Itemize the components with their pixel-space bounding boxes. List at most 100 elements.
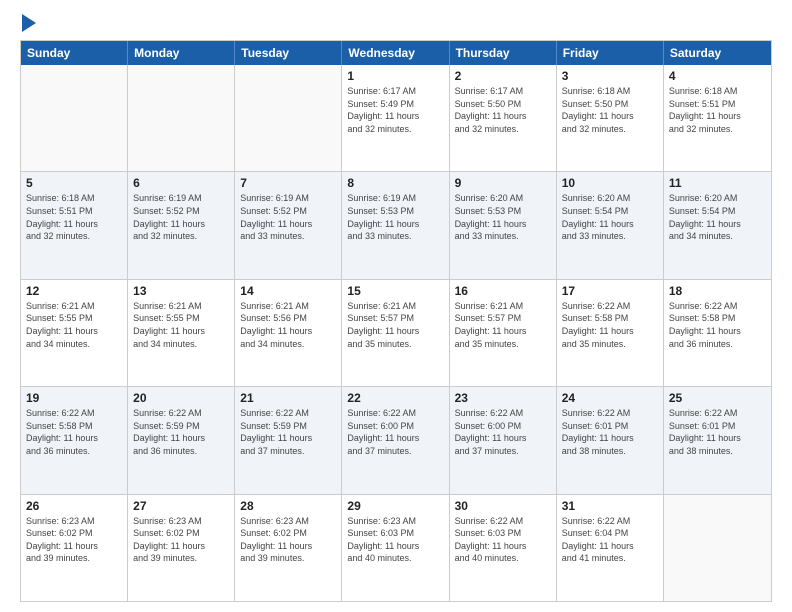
day-cell-27: 27 Sunrise: 6:23 AM Sunset: 6:02 PM Dayli… (128, 495, 235, 601)
day-number: 10 (562, 176, 658, 190)
day-number: 5 (26, 176, 122, 190)
day-number: 3 (562, 69, 658, 83)
header-day-friday: Friday (557, 41, 664, 65)
day-cell-16: 16Sunrise: 6:21 AM Sunset: 5:57 PM Dayli… (450, 280, 557, 386)
day-number: 14 (240, 284, 336, 298)
cell-info: Sunrise: 6:22 AM Sunset: 6:04 PM Dayligh… (562, 515, 658, 565)
day-cell-11: 11 Sunrise: 6:20 AM Sunset: 5:54 PM Dayli… (664, 172, 771, 278)
cell-info: Sunrise: 6:22 AM Sunset: 6:00 PM Dayligh… (455, 407, 551, 457)
day-cell-13: 13Sunrise: 6:21 AM Sunset: 5:55 PM Dayli… (128, 280, 235, 386)
calendar-body: 1 Sunrise: 6:17 AM Sunset: 5:49 PM Daylig… (21, 65, 771, 601)
day-number: 26 (26, 499, 122, 513)
cell-info: Sunrise: 6:19 AM Sunset: 5:52 PM Dayligh… (240, 192, 336, 242)
cell-info: Sunrise: 6:22 AM Sunset: 5:59 PM Dayligh… (133, 407, 229, 457)
cell-info: Sunrise: 6:22 AM Sunset: 6:01 PM Dayligh… (669, 407, 766, 457)
day-cell-21: 21 Sunrise: 6:22 AM Sunset: 5:59 PM Dayli… (235, 387, 342, 493)
cell-info: Sunrise: 6:21 AM Sunset: 5:56 PM Dayligh… (240, 300, 336, 350)
day-number: 21 (240, 391, 336, 405)
day-number: 30 (455, 499, 551, 513)
day-number: 31 (562, 499, 658, 513)
day-cell-18: 18 Sunrise: 6:22 AM Sunset: 5:58 PM Dayli… (664, 280, 771, 386)
day-cell-15: 15 Sunrise: 6:21 AM Sunset: 5:57 PM Dayli… (342, 280, 449, 386)
day-cell-14: 14 Sunrise: 6:21 AM Sunset: 5:56 PM Dayli… (235, 280, 342, 386)
day-number: 9 (455, 176, 551, 190)
day-number: 24 (562, 391, 658, 405)
header-day-thursday: Thursday (450, 41, 557, 65)
empty-cell-0-0 (21, 65, 128, 171)
calendar-header: SundayMondayTuesdayWednesdayThursdayFrid… (21, 41, 771, 65)
cell-info: Sunrise: 6:21 AM Sunset: 5:55 PM Dayligh… (26, 300, 122, 350)
cell-info: Sunrise: 6:23 AM Sunset: 6:02 PM Dayligh… (133, 515, 229, 565)
cell-info: Sunrise: 6:17 AM Sunset: 5:49 PM Dayligh… (347, 85, 443, 135)
day-number: 1 (347, 69, 443, 83)
header-day-tuesday: Tuesday (235, 41, 342, 65)
day-cell-5: 5Sunrise: 6:18 AM Sunset: 5:51 PM Daylig… (21, 172, 128, 278)
day-cell-4: 4 Sunrise: 6:18 AM Sunset: 5:51 PM Daylig… (664, 65, 771, 171)
day-cell-9: 9 Sunrise: 6:20 AM Sunset: 5:53 PM Daylig… (450, 172, 557, 278)
cell-info: Sunrise: 6:22 AM Sunset: 5:59 PM Dayligh… (240, 407, 336, 457)
empty-cell-0-1 (128, 65, 235, 171)
day-cell-22: 22 Sunrise: 6:22 AM Sunset: 6:00 PM Dayli… (342, 387, 449, 493)
day-number: 8 (347, 176, 443, 190)
cell-info: Sunrise: 6:21 AM Sunset: 5:57 PM Dayligh… (455, 300, 551, 350)
day-cell-6: 6Sunrise: 6:19 AM Sunset: 5:52 PM Daylig… (128, 172, 235, 278)
day-number: 20 (133, 391, 229, 405)
cell-info: Sunrise: 6:21 AM Sunset: 5:57 PM Dayligh… (347, 300, 443, 350)
cell-info: Sunrise: 6:22 AM Sunset: 6:00 PM Dayligh… (347, 407, 443, 457)
cell-info: Sunrise: 6:23 AM Sunset: 6:02 PM Dayligh… (26, 515, 122, 565)
cell-info: Sunrise: 6:17 AM Sunset: 5:50 PM Dayligh… (455, 85, 551, 135)
cell-info: Sunrise: 6:20 AM Sunset: 5:53 PM Dayligh… (455, 192, 551, 242)
day-cell-3: 3 Sunrise: 6:18 AM Sunset: 5:50 PM Daylig… (557, 65, 664, 171)
day-cell-17: 17 Sunrise: 6:22 AM Sunset: 5:58 PM Dayli… (557, 280, 664, 386)
empty-cell-0-2 (235, 65, 342, 171)
day-cell-29: 29Sunrise: 6:23 AM Sunset: 6:03 PM Dayli… (342, 495, 449, 601)
day-number: 4 (669, 69, 766, 83)
cell-info: Sunrise: 6:18 AM Sunset: 5:51 PM Dayligh… (669, 85, 766, 135)
cell-info: Sunrise: 6:22 AM Sunset: 6:03 PM Dayligh… (455, 515, 551, 565)
day-cell-31: 31 Sunrise: 6:22 AM Sunset: 6:04 PM Dayli… (557, 495, 664, 601)
cell-info: Sunrise: 6:20 AM Sunset: 5:54 PM Dayligh… (669, 192, 766, 242)
day-number: 17 (562, 284, 658, 298)
day-number: 23 (455, 391, 551, 405)
cell-info: Sunrise: 6:18 AM Sunset: 5:50 PM Dayligh… (562, 85, 658, 135)
empty-cell-4-6 (664, 495, 771, 601)
day-cell-19: 19Sunrise: 6:22 AM Sunset: 5:58 PM Dayli… (21, 387, 128, 493)
cell-info: Sunrise: 6:22 AM Sunset: 5:58 PM Dayligh… (562, 300, 658, 350)
day-cell-30: 30 Sunrise: 6:22 AM Sunset: 6:03 PM Dayli… (450, 495, 557, 601)
day-number: 18 (669, 284, 766, 298)
header-day-wednesday: Wednesday (342, 41, 449, 65)
day-cell-10: 10 Sunrise: 6:20 AM Sunset: 5:54 PM Dayli… (557, 172, 664, 278)
cell-info: Sunrise: 6:20 AM Sunset: 5:54 PM Dayligh… (562, 192, 658, 242)
day-number: 27 (133, 499, 229, 513)
day-number: 12 (26, 284, 122, 298)
cell-info: Sunrise: 6:23 AM Sunset: 6:02 PM Dayligh… (240, 515, 336, 565)
calendar-row-3: 19Sunrise: 6:22 AM Sunset: 5:58 PM Dayli… (21, 386, 771, 493)
day-cell-2: 2 Sunrise: 6:17 AM Sunset: 5:50 PM Daylig… (450, 65, 557, 171)
header-day-sunday: Sunday (21, 41, 128, 65)
day-number: 2 (455, 69, 551, 83)
logo-arrow-icon (22, 14, 36, 32)
day-number: 28 (240, 499, 336, 513)
cell-info: Sunrise: 6:23 AM Sunset: 6:03 PM Dayligh… (347, 515, 443, 565)
page: SundayMondayTuesdayWednesdayThursdayFrid… (0, 0, 792, 612)
header-day-monday: Monday (128, 41, 235, 65)
calendar: SundayMondayTuesdayWednesdayThursdayFrid… (20, 40, 772, 602)
day-cell-23: 23 Sunrise: 6:22 AM Sunset: 6:00 PM Dayli… (450, 387, 557, 493)
day-number: 15 (347, 284, 443, 298)
day-number: 25 (669, 391, 766, 405)
calendar-row-1: 5Sunrise: 6:18 AM Sunset: 5:51 PM Daylig… (21, 171, 771, 278)
day-cell-7: 7Sunrise: 6:19 AM Sunset: 5:52 PM Daylig… (235, 172, 342, 278)
header-day-saturday: Saturday (664, 41, 771, 65)
day-number: 6 (133, 176, 229, 190)
day-cell-1: 1 Sunrise: 6:17 AM Sunset: 5:49 PM Daylig… (342, 65, 449, 171)
day-cell-28: 28 Sunrise: 6:23 AM Sunset: 6:02 PM Dayli… (235, 495, 342, 601)
calendar-row-2: 12 Sunrise: 6:21 AM Sunset: 5:55 PM Dayli… (21, 279, 771, 386)
calendar-row-0: 1 Sunrise: 6:17 AM Sunset: 5:49 PM Daylig… (21, 65, 771, 171)
cell-info: Sunrise: 6:22 AM Sunset: 5:58 PM Dayligh… (669, 300, 766, 350)
cell-info: Sunrise: 6:22 AM Sunset: 6:01 PM Dayligh… (562, 407, 658, 457)
day-number: 22 (347, 391, 443, 405)
day-number: 11 (669, 176, 766, 190)
day-cell-12: 12 Sunrise: 6:21 AM Sunset: 5:55 PM Dayli… (21, 280, 128, 386)
day-cell-26: 26 Sunrise: 6:23 AM Sunset: 6:02 PM Dayli… (21, 495, 128, 601)
header (20, 16, 772, 32)
